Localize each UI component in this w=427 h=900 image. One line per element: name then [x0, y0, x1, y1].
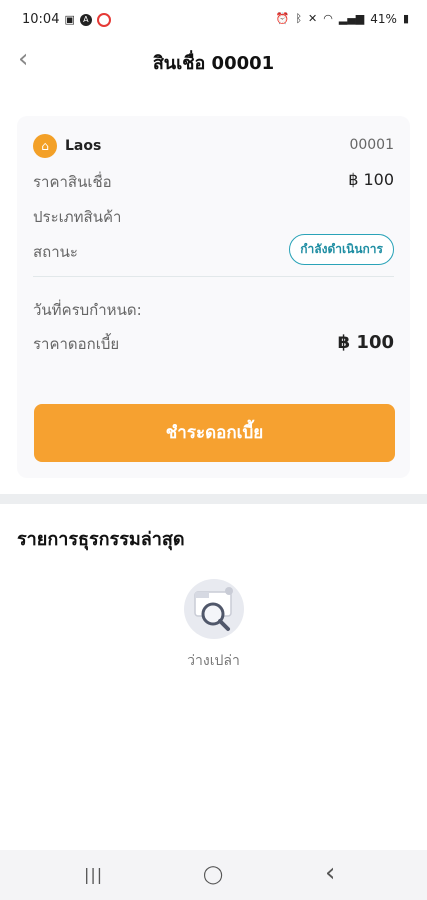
home-button[interactable]: ◯ — [203, 864, 223, 885]
product-type-label: ประเภทสินค้า — [33, 208, 122, 226]
record-notification-icon — [96, 12, 111, 27]
status-row: สถานะ กำลังดำเนินการ — [33, 234, 394, 265]
mute-icon: ✕ — [308, 12, 318, 25]
status-left: 10:04 ▣ A — [22, 12, 111, 27]
pay-interest-button[interactable]: ชำระดอกเบี้ย — [34, 404, 395, 462]
recent-apps-button[interactable]: ||| — [84, 865, 103, 884]
loan-card: ⌂ Laos 00001 ราคาสินเชื่อ ฿ 100 ประเภทสิ… — [17, 116, 410, 478]
interest-value: ฿ 100 — [337, 332, 394, 353]
app-header: ‹ สินเชื่อ 00001 — [0, 40, 427, 80]
status-badge: กำลังดำเนินการ — [289, 234, 394, 265]
status-bar: 10:04 ▣ A ⏰ ᛒ ✕ ◠ ▂▄▆ 41% ▮ — [0, 0, 427, 40]
wifi-icon: ◠ — [323, 12, 333, 25]
empty-state-text: ว่างเปล่า — [187, 653, 240, 669]
battery-percent: 41% — [370, 12, 397, 26]
provider-name: Laos — [65, 138, 102, 154]
provider-logo-icon: ⌂ — [33, 134, 57, 158]
status-right: ⏰ ᛒ ✕ ◠ ▂▄▆ 41% ▮ — [276, 12, 409, 26]
card-divider — [33, 276, 394, 277]
bluetooth-icon: ᛒ — [295, 12, 303, 25]
signal-icon: ▂▄▆ — [338, 12, 365, 25]
status-time: 10:04 — [22, 12, 60, 27]
section-separator — [0, 494, 427, 504]
interest-label: ราคาดอกเบี้ย — [33, 335, 120, 353]
app-notification-icon: A — [79, 13, 92, 26]
loan-number: 00001 — [349, 137, 394, 153]
provider-row: ⌂ Laos 00001 — [33, 134, 394, 158]
system-back-button[interactable]: ‹ — [325, 858, 335, 888]
gallery-notification-icon: ▣ — [64, 12, 75, 26]
product-type-row: ประเภทสินค้า — [33, 205, 394, 229]
page-title: สินเชื่อ 00001 — [152, 53, 275, 74]
status-label: สถานะ — [33, 243, 78, 261]
empty-search-icon — [184, 579, 244, 639]
battery-icon: ▮ — [402, 12, 409, 25]
transactions-title: รายการธุรกรรมล่าสุด — [17, 529, 185, 550]
interest-row: ราคาดอกเบี้ย ฿ 100 — [33, 332, 394, 356]
alarm-icon: ⏰ — [275, 12, 290, 25]
price-label: ราคาสินเชื่อ — [33, 173, 112, 191]
price-value: ฿ 100 — [348, 170, 394, 189]
system-nav-bar: ||| ◯ ‹ — [0, 850, 427, 900]
due-date-label: วันที่ครบกำหนด: — [33, 301, 142, 319]
due-date-row: วันที่ครบกำหนด: — [33, 298, 394, 322]
price-row: ราคาสินเชื่อ ฿ 100 — [33, 170, 394, 194]
